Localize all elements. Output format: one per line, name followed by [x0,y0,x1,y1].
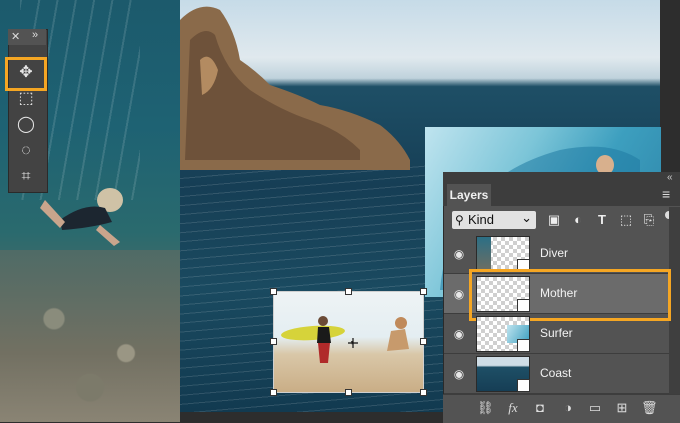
collapse-icon[interactable]: « [667,172,673,183]
rectangular-marquee-icon[interactable]: ⬚ [15,88,37,110]
transform-handle[interactable] [270,389,277,396]
eye-icon[interactable]: ◉ [452,247,466,261]
quick-selection-icon[interactable]: ◌ [15,140,37,162]
add-mask-icon[interactable]: ◘ [532,400,548,416]
layer-thumbnail [476,236,530,272]
coast-rocks [180,6,410,170]
transform-handle[interactable] [270,288,277,295]
transform-handle[interactable] [420,389,427,396]
transform-handle[interactable] [420,338,427,345]
panel-menu-icon[interactable]: ≡ [662,186,670,202]
smart-object-filter-icon[interactable]: ⎘ [641,212,657,228]
layer-row-coast[interactable]: ◉ Coast [444,354,669,394]
lasso-icon[interactable]: ◯ [15,114,37,136]
eye-icon[interactable]: ◉ [452,327,466,341]
kind-filter-dropdown[interactable]: ⚲ Kind ⌄ [452,210,536,229]
layer-thumbnail [476,316,530,352]
smart-object-badge-icon [517,339,530,352]
kind-label: Kind [468,212,495,227]
chevron-down-icon: ⌄ [521,210,532,225]
layer-name: Surfer [540,326,573,340]
type-filter-icon[interactable]: T [594,212,610,228]
new-group-icon[interactable]: ▭ [587,400,603,416]
transform-bounding-box[interactable] [270,288,427,396]
diver-thumb-image [477,237,491,271]
adjustment-filter-icon[interactable]: ◐ [570,212,586,228]
fx-icon[interactable]: fx [505,400,521,416]
collapse-icon[interactable]: » [32,29,38,41]
transform-handle[interactable] [270,338,277,345]
layer-name: Coast [540,366,572,380]
image-filter-icon[interactable]: ▣ [546,212,562,228]
close-icon[interactable]: ✕ [11,30,20,43]
search-icon: ⚲ [455,213,464,227]
link-layers-icon[interactable]: ⛓ [477,400,494,416]
tab-layers[interactable]: Layers [447,184,491,206]
shape-filter-icon[interactable]: ⬚ [618,212,634,228]
transform-handle[interactable] [345,389,352,396]
reef-floor [0,250,180,422]
layer-row-diver[interactable]: ◉ Diver [444,234,669,274]
transform-handle[interactable] [345,288,352,295]
diver-figure [40,188,123,246]
new-layer-icon[interactable]: ⊞ [614,400,630,416]
eye-icon[interactable]: ◉ [452,287,466,301]
layers-panel-titlebar[interactable] [443,172,680,184]
layer-row-surfer[interactable]: ◉ Surfer [444,314,669,354]
layer-name: Diver [540,246,569,260]
eye-icon[interactable]: ◉ [452,367,466,381]
crop-icon[interactable]: ⌗ [15,166,37,188]
delete-layer-icon[interactable]: 🗑 [641,400,658,416]
layer-thumbnail [476,356,530,392]
adjustment-layer-icon[interactable]: ◑ [560,400,576,416]
transform-handle[interactable] [420,288,427,295]
move-tool-highlight [5,57,47,91]
smart-object-badge-icon [517,379,530,392]
